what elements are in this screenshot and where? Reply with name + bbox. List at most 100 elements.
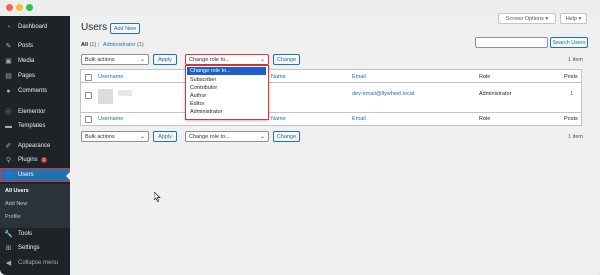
username-redacted[interactable] — [118, 90, 132, 96]
close-window-button[interactable] — [6, 4, 13, 11]
change-role-value: Change role to... — [189, 133, 230, 140]
sidebar-item-elementor[interactable]: ⓔ Elementor — [0, 105, 70, 119]
row-checkbox[interactable] — [85, 92, 92, 99]
plugin-icon: ⚲ — [5, 157, 12, 164]
filter-all-label: All — [81, 42, 89, 48]
user-posts-count[interactable]: 1 — [570, 91, 573, 97]
maximize-window-button[interactable] — [26, 4, 33, 11]
sidebar-item-label: Dashboard — [18, 24, 48, 30]
screen-options-button[interactable]: Screen Options ▾ — [498, 13, 556, 24]
submenu-item-profile[interactable]: Profile — [5, 214, 21, 220]
sidebar-item-label: Appearance — [18, 143, 51, 149]
column-footer-email[interactable]: Email — [352, 116, 366, 122]
item-count-bottom: 1 item — [568, 134, 583, 140]
footer-divider — [81, 112, 581, 113]
search-input[interactable] — [475, 37, 548, 48]
dashboard-icon: ◔ — [6, 23, 11, 31]
bulk-actions-value: Bulk actions — [85, 56, 115, 63]
sidebar-item-plugins[interactable]: ⚲ Plugins 1 — [0, 153, 70, 167]
sidebar-item-label: Settings — [18, 245, 40, 251]
browser-window: ◔ Dashboard ✎ Posts ▣ Media ▤ Pages ● Co… — [0, 0, 600, 275]
media-icon: ▣ — [5, 58, 12, 65]
bulk-actions-select-bottom[interactable]: Bulk actions ⌄ — [81, 131, 149, 142]
filter-administrator-count: (1) — [136, 42, 144, 48]
help-button[interactable]: Help ▾ — [560, 13, 587, 24]
folder-icon: ▬ — [5, 122, 12, 130]
column-footer-role: Role — [479, 116, 491, 122]
role-option-administrator[interactable]: Administrator — [187, 108, 266, 116]
sidebar-item-label: Elementor — [18, 109, 46, 115]
column-footer-name[interactable]: Name — [271, 116, 286, 122]
sidebar-item-pages[interactable]: ▤ Pages — [0, 69, 70, 83]
change-role-dropdown-list: Change role to... Subscriber Contributor… — [185, 65, 269, 120]
settings-icon: ⊞ — [5, 245, 12, 252]
bulk-actions-select-top[interactable]: Bulk actions ⌄ — [81, 54, 149, 65]
column-header-email[interactable]: Email — [352, 74, 366, 80]
pages-icon: ▤ — [5, 73, 12, 80]
sidebar-item-templates[interactable]: ▬ Templates — [0, 119, 70, 133]
user-role: Administrator — [479, 91, 512, 97]
sidebar-item-label: Media — [18, 58, 35, 64]
filter-all-count: (1) — [89, 42, 97, 48]
user-icon: 👤 — [4, 172, 13, 179]
sidebar-item-appearance[interactable]: ✐ Appearance — [0, 139, 70, 153]
column-footer-username[interactable]: Username — [98, 116, 123, 122]
role-option-contributor[interactable]: Contributor — [187, 84, 266, 92]
admin-sidebar: ◔ Dashboard ✎ Posts ▣ Media ▤ Pages ● Co… — [0, 16, 70, 275]
search-users-button[interactable]: Search Users — [550, 37, 588, 48]
change-button-top[interactable]: Change — [273, 54, 300, 65]
add-new-user-button[interactable]: Add New — [110, 23, 140, 34]
brush-icon: ✐ — [5, 143, 12, 150]
select-all-checkbox[interactable] — [85, 74, 92, 81]
sidebar-item-tools[interactable]: 🔧 Tools — [0, 227, 70, 241]
users-submenu: All Users Add New Profile — [0, 184, 70, 228]
column-header-name[interactable]: Name — [271, 74, 286, 80]
submenu-item-add-new[interactable]: Add New — [5, 201, 27, 207]
change-role-value: Change role to... — [189, 56, 230, 63]
filter-all[interactable]: All (1) | — [81, 42, 99, 48]
sidebar-item-users[interactable]: 👤 Users — [0, 168, 70, 182]
apply-button-bottom[interactable]: Apply — [153, 131, 177, 142]
sidebar-item-label: Collapse menu — [18, 260, 59, 266]
role-option-subscriber[interactable]: Subscriber — [187, 76, 266, 84]
sidebar-item-dashboard[interactable]: ◔ Dashboard — [0, 20, 70, 34]
wrench-icon: 🔧 — [4, 231, 13, 238]
role-option-author[interactable]: Author — [187, 92, 266, 100]
role-option-editor[interactable]: Editor — [187, 100, 266, 108]
role-option-placeholder[interactable]: Change role to... — [187, 67, 266, 75]
sidebar-item-media[interactable]: ▣ Media — [0, 54, 70, 68]
avatar — [98, 89, 113, 104]
sidebar-item-comments[interactable]: ● Comments — [0, 84, 70, 98]
filter-administrator[interactable]: Administrator (1) — [103, 42, 144, 48]
page-title: Users — [81, 22, 108, 33]
sidebar-item-label: Tools — [18, 231, 33, 237]
column-header-username[interactable]: Username — [98, 74, 123, 80]
chevron-down-icon: ⌄ — [259, 57, 265, 63]
change-role-select-bottom[interactable]: Change role to... ⌄ — [185, 131, 269, 142]
sidebar-item-settings[interactable]: ⊞ Settings — [0, 241, 70, 255]
sidebar-item-label: Posts — [18, 43, 34, 49]
mouse-cursor-icon — [154, 192, 161, 202]
column-footer-posts: Posts — [564, 116, 578, 122]
select-all-checkbox-footer[interactable] — [85, 116, 92, 123]
submenu-item-all-users[interactable]: All Users — [5, 188, 29, 194]
comment-icon: ● — [6, 87, 11, 95]
apply-button-top[interactable]: Apply — [153, 54, 177, 65]
chevron-down-icon: ⌄ — [259, 134, 265, 140]
filter-administrator-label: Administrator — [103, 42, 136, 48]
change-role-select-top[interactable]: Change role to... ⌄ — [185, 54, 269, 65]
user-email-link[interactable]: dev-email@flywheel.local — [352, 91, 414, 97]
column-header-posts: Posts — [564, 74, 578, 80]
item-count-top: 1 item — [568, 57, 583, 63]
active-menu-arrow — [66, 172, 70, 180]
change-button-bottom[interactable]: Change — [273, 131, 300, 142]
minimize-window-button[interactable] — [16, 4, 23, 11]
users-table: Username Name Email Role Posts dev-email… — [80, 69, 582, 126]
column-header-role: Role — [479, 74, 491, 80]
sidebar-item-label: Comments — [18, 88, 48, 94]
sidebar-item-label: Plugins — [18, 157, 38, 163]
elementor-icon: ⓔ — [5, 109, 12, 116]
collapse-menu-button[interactable]: ◀ Collapse menu — [0, 256, 70, 270]
sidebar-item-posts[interactable]: ✎ Posts — [0, 39, 70, 53]
filter-separator: | — [97, 42, 100, 48]
